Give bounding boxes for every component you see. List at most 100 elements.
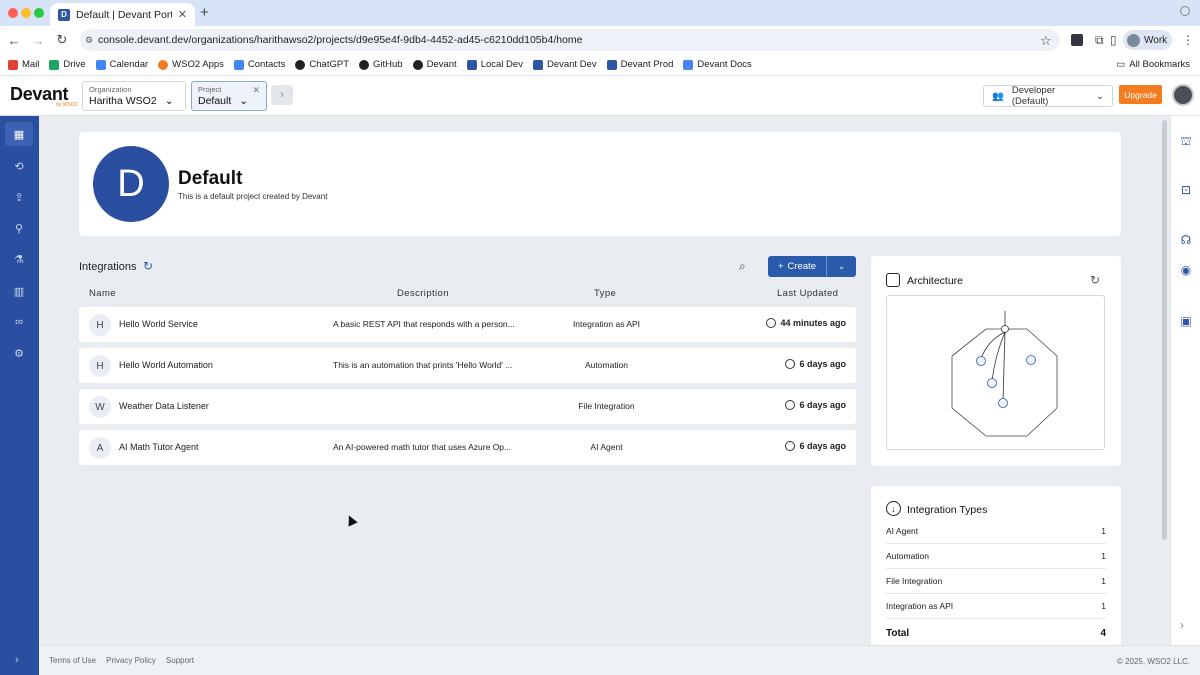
- chevron-down-icon: ⌄: [164, 95, 174, 107]
- component-node-icon[interactable]: [1026, 355, 1036, 365]
- component-node-icon[interactable]: [976, 356, 986, 366]
- bookmark-github[interactable]: GitHub: [359, 59, 403, 70]
- bookmark-local-dev[interactable]: Local Dev: [466, 59, 523, 70]
- project-selector[interactable]: Project Default ⌄ ✕: [191, 81, 267, 111]
- component-node-icon[interactable]: [987, 378, 997, 388]
- sidebar-item-connections[interactable]: ⚲: [5, 216, 33, 240]
- type-count: 1: [1101, 601, 1106, 611]
- url-text: console.devant.dev/organizations/haritha…: [98, 34, 583, 46]
- table-row[interactable]: W Weather Data Listener File Integration…: [79, 389, 856, 424]
- inbox-icon[interactable]: ⊡: [1179, 183, 1193, 197]
- column-header-name[interactable]: Name: [89, 288, 116, 299]
- tab-search-icon[interactable]: [1180, 6, 1190, 16]
- table-row[interactable]: A AI Math Tutor Agent An AI-powered math…: [79, 430, 856, 465]
- bookmark-mail[interactable]: Mail: [8, 59, 39, 70]
- marketplace-icon[interactable]: ⛫: [1179, 134, 1193, 148]
- expand-sidebar-icon[interactable]: ›: [15, 654, 19, 666]
- devant-icon: [606, 59, 617, 70]
- bookmark-chatgpt[interactable]: ChatGPT: [295, 59, 349, 70]
- drive-icon: [49, 59, 60, 70]
- sidebar-item-observability[interactable]: ▥: [5, 279, 33, 303]
- component-node-icon[interactable]: [998, 398, 1008, 408]
- close-window-button[interactable]: [8, 8, 18, 18]
- sidebar-item-overview[interactable]: ▦: [5, 122, 33, 146]
- browser-tab[interactable]: D Default | Devant Portal ✕: [50, 3, 195, 26]
- table-row[interactable]: H Hello World Automation This is an auto…: [79, 348, 856, 383]
- table-row[interactable]: H Hello World Service A basic REST API t…: [79, 307, 856, 342]
- collapse-right-rail-icon[interactable]: ›: [1180, 618, 1184, 632]
- extensions-puzzle-icon[interactable]: ⧉: [1095, 33, 1104, 48]
- terms-link[interactable]: Terms of Use: [49, 656, 96, 665]
- support-icon[interactable]: ☊: [1179, 233, 1193, 247]
- privacy-link[interactable]: Privacy Policy: [106, 656, 156, 665]
- project-avatar: D: [93, 146, 169, 222]
- bookmark-contacts[interactable]: Contacts: [233, 59, 285, 70]
- profile-button[interactable]: Work: [1123, 30, 1172, 50]
- maximize-window-button[interactable]: [34, 8, 44, 18]
- minimize-window-button[interactable]: [21, 8, 31, 18]
- sidebar-item-integrations[interactable]: ⟲: [5, 154, 33, 178]
- discord-icon[interactable]: ◉: [1179, 263, 1193, 277]
- bookmark-devant-dev[interactable]: Devant Dev: [532, 59, 597, 70]
- type-count: 1: [1101, 526, 1106, 536]
- column-header-last-updated[interactable]: Last Updated: [777, 288, 838, 299]
- bookmark-calendar[interactable]: Calendar: [95, 59, 148, 70]
- create-dropdown-chevron-icon[interactable]: ⌄: [827, 261, 856, 272]
- back-icon[interactable]: ←: [2, 33, 26, 48]
- github-icon: [359, 59, 370, 70]
- next-level-button[interactable]: ›: [271, 85, 293, 105]
- bookmark-wso2-apps[interactable]: WSO2 Apps: [158, 59, 224, 70]
- organization-value: Haritha WSO2: [89, 95, 157, 107]
- close-tab-icon[interactable]: ✕: [178, 8, 187, 21]
- upgrade-button[interactable]: Upgrade: [1119, 85, 1162, 104]
- mouse-cursor-icon: [344, 513, 358, 527]
- forward-icon[interactable]: →: [26, 33, 50, 48]
- flask-icon: ⚗: [14, 253, 24, 266]
- type-label: Integration as API: [886, 601, 954, 611]
- docs-icon[interactable]: ▣: [1179, 314, 1193, 328]
- architecture-title: Architecture: [907, 275, 964, 287]
- create-button[interactable]: + Create ⌄: [768, 256, 856, 277]
- search-icon[interactable]: ⌕: [739, 259, 746, 274]
- total-value: 4: [1100, 628, 1106, 639]
- support-link[interactable]: Support: [166, 656, 194, 665]
- bookmark-devant[interactable]: Devant: [412, 59, 457, 70]
- bookmark-devant-docs[interactable]: Devant Docs: [683, 59, 752, 70]
- integration-name: Weather Data Listener: [119, 401, 209, 411]
- project-header-card: D Default This is a default project crea…: [79, 132, 1121, 236]
- sidebar-icon[interactable]: ▯: [1110, 33, 1117, 47]
- user-avatar[interactable]: [1172, 84, 1194, 106]
- column-header-type[interactable]: Type: [594, 288, 616, 299]
- url-field[interactable]: ⚙ console.devant.dev/organizations/harit…: [80, 29, 1060, 51]
- integration-description: This is an automation that prints 'Hello…: [333, 360, 513, 370]
- bookmark-star-icon[interactable]: ☆: [1040, 33, 1052, 49]
- all-bookmarks[interactable]: ▭ All Bookmarks: [1116, 59, 1190, 70]
- architecture-diagram[interactable]: [886, 295, 1105, 450]
- project-label: Project: [198, 85, 222, 94]
- role-selector[interactable]: 👥 Developer (Default) ⌄: [983, 85, 1113, 107]
- organization-selector[interactable]: Organization Haritha WSO2 ⌄: [82, 81, 186, 111]
- browser-menu-icon[interactable]: ⋮: [1182, 33, 1194, 47]
- browser-tab-bar: D Default | Devant Portal ✕ +: [0, 0, 1200, 26]
- devant-favicon-icon: D: [58, 8, 70, 21]
- reload-icon[interactable]: ↻: [50, 32, 74, 48]
- architecture-card: Architecture ↻: [871, 256, 1121, 466]
- chevron-down-icon: ⌄: [1096, 90, 1104, 102]
- refresh-icon[interactable]: ↻: [143, 259, 153, 273]
- bookmark-drive[interactable]: Drive: [49, 59, 86, 70]
- integration-name: Hello World Automation: [119, 360, 213, 370]
- sidebar-item-test[interactable]: ⚗: [5, 247, 33, 271]
- integration-avatar: W: [89, 396, 111, 418]
- refresh-icon[interactable]: ↻: [1090, 273, 1100, 287]
- sidebar-item-admin[interactable]: ⚙: [5, 341, 33, 365]
- new-tab-icon[interactable]: +: [200, 4, 209, 21]
- clear-project-icon[interactable]: ✕: [252, 85, 260, 96]
- extension-icon[interactable]: [1071, 34, 1083, 46]
- bookmark-devant-prod[interactable]: Devant Prod: [606, 59, 673, 70]
- sidebar-item-devops[interactable]: ∞: [5, 310, 33, 334]
- page-scrollbar[interactable]: [1162, 120, 1167, 540]
- sidebar-item-deploy[interactable]: ⇪: [5, 185, 33, 209]
- site-info-icon[interactable]: ⚙: [85, 35, 95, 45]
- calendar-icon: [95, 59, 106, 70]
- entry-node-icon[interactable]: [1001, 325, 1009, 333]
